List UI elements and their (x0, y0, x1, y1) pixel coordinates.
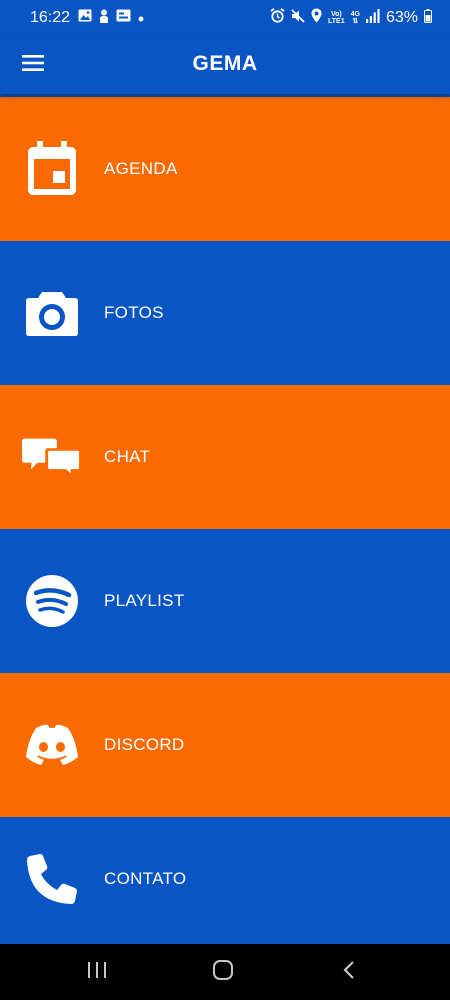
chat-bubbles-icon (22, 427, 82, 487)
battery-icon (424, 8, 432, 28)
system-navigation-bar (0, 944, 450, 1000)
status-bar: 16:22 Vo) LTE1 4G ⇅ 63% (0, 0, 450, 36)
menu-item-label: DISCORD (104, 735, 185, 754)
camera-icon (22, 283, 82, 343)
app-bar: GEMA (0, 36, 450, 94)
recent-apps-button[interactable] (82, 958, 112, 986)
home-button[interactable] (208, 958, 238, 986)
alarm-icon (270, 8, 285, 28)
page-title: GEMA (192, 52, 258, 75)
calendar-icon (22, 139, 82, 199)
gallery-icon (78, 9, 92, 27)
discord-icon (22, 715, 82, 775)
network-type-indicator: 4G ⇅ (350, 11, 360, 25)
menu-item-label: PLAYLIST (104, 591, 185, 610)
menu-item-label: AGENDA (104, 159, 178, 178)
menu-item-chat[interactable]: CHAT (0, 385, 450, 529)
menu-item-label: FOTOS (104, 303, 164, 322)
status-system-icons: Vo) LTE1 4G ⇅ 63% (270, 8, 432, 28)
data-arrows-icon: ⇅ (352, 18, 359, 25)
menu-item-discord[interactable]: DISCORD (0, 673, 450, 817)
back-button[interactable] (334, 958, 364, 986)
person-icon (99, 9, 109, 28)
menu-item-label: CONTATO (104, 869, 187, 888)
location-icon (311, 8, 322, 28)
status-notification-icons (78, 9, 144, 28)
phone-icon (22, 849, 82, 909)
home-icon (212, 959, 234, 986)
battery-percent: 63% (385, 9, 418, 26)
menu-item-contato[interactable]: CONTATO (0, 817, 450, 941)
app-notification-icon (116, 9, 131, 27)
back-icon (342, 960, 356, 985)
menu-item-agenda[interactable]: AGENDA (0, 97, 450, 241)
volte-indicator: Vo) LTE1 (328, 11, 345, 25)
mute-icon (291, 8, 305, 28)
status-time: 16:22 (30, 9, 71, 26)
recent-apps-icon (87, 961, 107, 984)
menu-item-fotos[interactable]: FOTOS (0, 241, 450, 385)
menu-list: AGENDA FOTOS CHAT PLAYLIST DISCORD CONTA… (0, 97, 450, 941)
dot-icon (138, 9, 144, 27)
menu-item-playlist[interactable]: PLAYLIST (0, 529, 450, 673)
menu-item-label: CHAT (104, 447, 151, 466)
spotify-icon (22, 571, 82, 631)
signal-icon (365, 8, 380, 28)
